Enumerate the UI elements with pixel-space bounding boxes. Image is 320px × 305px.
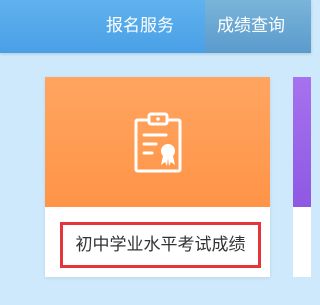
card-label-highlight: 初中学业水平考试成绩: [60, 222, 261, 268]
nav-item-registration[interactable]: 报名服务: [80, 0, 200, 53]
card-header: [45, 77, 270, 207]
top-nav: 报名服务 成绩查询: [0, 0, 311, 53]
card-label: 初中学业水平考试成绩: [75, 235, 246, 255]
next-card-partial-body: [293, 207, 311, 277]
exam-score-card[interactable]: 初中学业水平考试成绩: [45, 77, 270, 277]
nav-item-score-query[interactable]: 成绩查询: [205, 0, 311, 53]
next-card-partial[interactable]: [293, 77, 311, 207]
clipboard-certificate-icon: [134, 112, 182, 173]
